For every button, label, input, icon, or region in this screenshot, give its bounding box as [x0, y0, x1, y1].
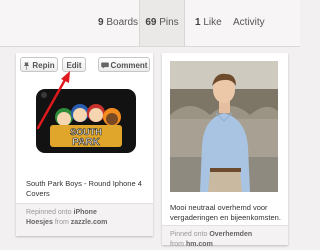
annotation-arrow [36, 71, 70, 130]
